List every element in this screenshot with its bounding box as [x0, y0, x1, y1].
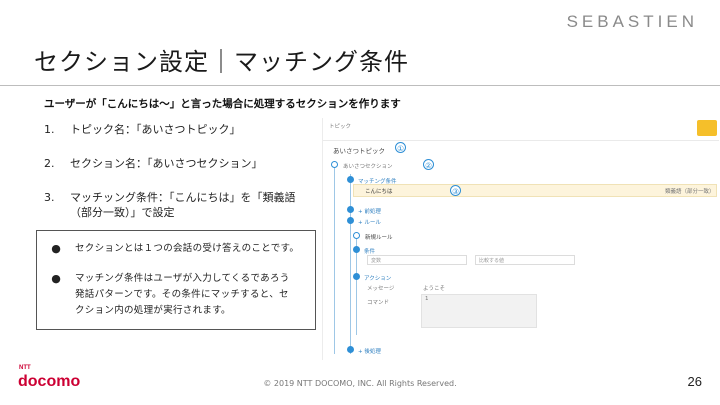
message-editor[interactable] — [421, 294, 537, 328]
ntt-mark: NTT — [19, 365, 31, 371]
badge-3-icon: ③ — [450, 185, 461, 196]
page-number: 26 — [687, 374, 702, 389]
section-name: あいさつセクション — [343, 164, 393, 170]
line-number: 1 — [425, 296, 429, 302]
topic-header: トピック — [323, 118, 719, 141]
action-node-icon[interactable] — [353, 273, 360, 280]
copyright: © 2019 NTT DOCOMO, INC. All Rights Reser… — [263, 379, 457, 388]
add-icon[interactable] — [347, 217, 354, 224]
brand-logo-text: SEBASTIEN — [566, 12, 698, 31]
new-rule: 新規ルール — [365, 235, 393, 241]
step-number: 3. — [44, 191, 55, 204]
note-text: マッチング条件はユーザが入力してくるであろう発話パターンです。その条件にマッチす… — [75, 273, 290, 316]
message-label: メッセージ — [367, 286, 395, 292]
badge-2-icon: ② — [423, 159, 434, 170]
var-input[interactable] — [367, 255, 467, 265]
add-rule[interactable]: + ルール — [358, 218, 381, 226]
step-text: セクション名：「あいさつセクション」 — [70, 157, 263, 170]
subtitle: ユーザーが「こんにちは〜」と言った場合に処理するセクションを作ります — [44, 98, 401, 110]
note-item: ● マッチング条件はユーザが入力してくるであろう発話パターンです。その条件にマッ… — [37, 271, 315, 319]
note-text: セクションとは１つの会話の受け答えのことです。 — [75, 243, 300, 254]
notes-box: ● セクションとは１つの会話の受け答えのことです。 ● マッチング条件はユーザが… — [36, 230, 316, 330]
add-condition[interactable]: + 前処理 — [358, 207, 381, 215]
bullet-icon: ● — [51, 242, 61, 255]
post-process[interactable]: + 後処理 — [358, 347, 381, 355]
match-node-icon[interactable] — [347, 176, 354, 183]
page-title: セクション設定｜マッチング条件 — [34, 48, 409, 76]
topic-label: トピック — [329, 124, 352, 130]
message-value: ようこそ — [423, 286, 446, 292]
step-text: トピック名：「あいさつトピック」 — [70, 123, 241, 136]
rule-node-icon[interactable] — [353, 232, 360, 239]
tree-line — [334, 164, 335, 354]
topic-name: あいさつトピック — [333, 147, 385, 155]
value-placeholder: 比較する値 — [479, 258, 505, 264]
step-item: 3. マッチッング条件：「こんにちは」を「類義語（部分一致）」で設定 — [44, 190, 314, 220]
app-screenshot: トピック あいさつトピック ① あいさつセクション ② マッチング条件 こんにち… — [322, 118, 719, 360]
section-node-icon[interactable] — [331, 161, 338, 168]
title-divider — [0, 85, 720, 86]
step-number: 2. — [44, 157, 55, 170]
step-item: 1. トピック名：「あいさつトピック」 — [44, 122, 314, 137]
note-item: ● セクションとは１つの会話の受け答えのことです。 — [37, 241, 315, 257]
action-label: アクション — [364, 276, 392, 282]
tree-line — [350, 174, 351, 354]
save-button[interactable] — [697, 120, 717, 136]
add-icon[interactable] — [347, 346, 354, 353]
badge-1-icon: ① — [395, 142, 406, 153]
condition-node-icon[interactable] — [353, 246, 360, 253]
match-type: 類義語（部分一致） — [665, 189, 715, 195]
var-placeholder: 変数 — [371, 258, 382, 264]
step-list: 1. トピック名：「あいさつトピック」 2. セクション名：「あいさつセクション… — [44, 122, 314, 239]
bullet-icon: ● — [51, 272, 61, 285]
command-label: コマンド — [367, 300, 390, 306]
step-text: マッチッング条件：「こんにちは」を「類義語（部分一致）」で設定 — [70, 191, 296, 219]
step-item: 2. セクション名：「あいさつセクション」 — [44, 156, 314, 171]
match-row[interactable] — [353, 184, 717, 197]
add-icon[interactable] — [347, 206, 354, 213]
condition-label: 条件 — [364, 249, 376, 255]
match-value: こんにちは — [365, 189, 393, 195]
step-number: 1. — [44, 123, 55, 136]
